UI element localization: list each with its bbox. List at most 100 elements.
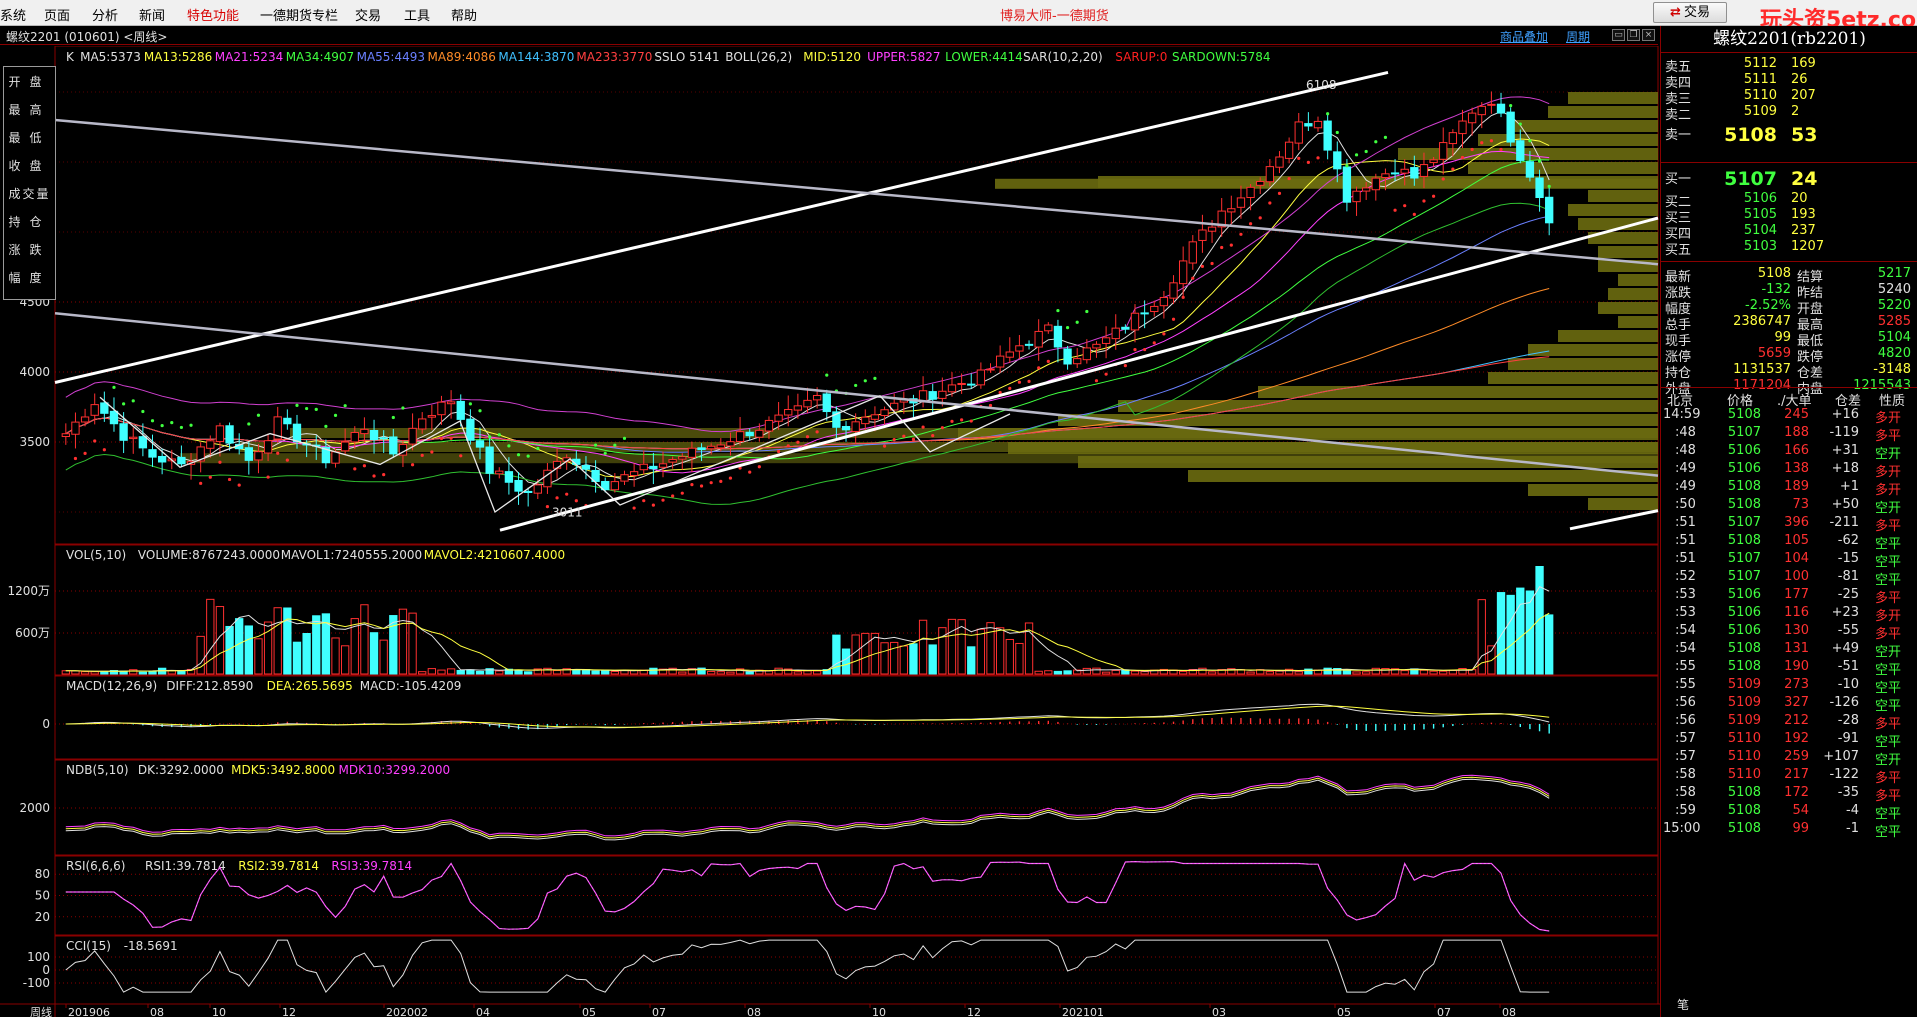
overlay-goods-link[interactable]: 商品叠加 [1500,28,1548,45]
volume-bar [1275,670,1284,675]
x-tick-label: 10 [212,1006,226,1017]
chart-canvas[interactable]: 45004000350061083011K MA5:5373 MA13:5286 MA… [0,46,1660,1017]
sar-dot [1248,222,1253,226]
trade-button[interactable]: ⇄ 交易 [1653,2,1727,23]
candle-body [697,447,706,451]
sar-dot [1489,139,1493,143]
menu-news[interactable]: 新闻 [139,5,165,24]
volume-bar [475,670,485,675]
sar-dot [112,385,116,389]
price-tick-label: 3500 [19,435,50,449]
tick-volume: 100 [1784,569,1809,584]
tick-volume: 172 [1784,785,1809,800]
sar-dot [1345,164,1349,168]
tick-volume: 177 [1784,587,1809,602]
sar-dot [757,465,761,469]
candle-body [1467,112,1477,124]
menu-page[interactable]: 页面 [44,5,70,24]
main-legend-item: MA5:5373 [80,50,141,64]
bid-volume: 1207 [1791,239,1825,254]
tick-price: 5110 [1727,731,1761,746]
tick-time: :53 [1675,605,1696,620]
tick-time: :54 [1675,623,1696,638]
contract-title: 螺纹2201(rb2201) [1661,26,1917,53]
period-link[interactable]: 周期 [1566,28,1590,45]
rsi-legend-item: RSI3:39.7814 [331,859,412,873]
vol-legend-item: VOL(5,10) [66,548,126,562]
volume-profile-bar [1558,330,1658,342]
menu-help[interactable]: 帮助 [451,5,477,24]
tick-price: 5108 [1727,407,1761,422]
candle-body [1439,142,1448,160]
sar-dot [1470,147,1474,152]
volume-bar [466,669,475,675]
main-legend-item: UPPER:5827 [867,50,940,64]
tick-row: :53 5106 177 -25 多平 [1661,585,1917,606]
candle-body [822,393,831,413]
candle-body [976,369,986,386]
volume-bar [235,618,244,675]
main-legend-item: SAR(10,2,20) [1023,50,1103,64]
sar-dot [449,436,453,440]
sar-dot [189,423,193,427]
candle-body [1429,159,1438,164]
sar-dot [1268,201,1272,205]
sar-dot [1537,159,1542,163]
candle-body [427,415,437,418]
tick-row: :58 5110 217 -122 多平 [1661,765,1917,786]
volume-bar [1419,669,1429,675]
sar-dot [748,470,752,474]
sar-dot [1239,232,1243,236]
tick-row: :51 5107 396 -211 多平 [1661,513,1917,534]
candle-body [533,484,542,494]
sar-dot [1046,359,1050,364]
restore-icon[interactable]: ❐ [1627,29,1640,41]
sar-dot [873,376,877,380]
menu-tools[interactable]: 工具 [404,5,430,24]
stat-value: -132 [1761,282,1791,297]
menu-column[interactable]: 一德期货专栏 [260,5,338,24]
candle-body [784,408,793,416]
bid-volume: 20 [1791,191,1808,206]
main-legend-item: MA13:5286 [144,50,212,64]
bid-price: 5107 [1724,168,1777,190]
volume-profile-bar [1618,316,1658,328]
sar-dot [1316,156,1320,160]
stat-value: -2.52% [1745,298,1791,313]
volume-bar [312,615,321,675]
volume-bar [524,671,533,675]
volume-profile-bar [1598,302,1658,314]
ask-row: 卖一 5108 53 [1661,122,1917,146]
stat-value: 1131537 [1733,362,1791,377]
tick-time: :54 [1675,641,1696,656]
menu-trade[interactable]: 交易 [355,5,381,24]
sar-dot [516,453,521,457]
candle-body [1159,296,1169,307]
candle-body [755,429,764,438]
candle-body [880,409,889,417]
minimize-icon[interactable]: ▭ [1612,29,1625,41]
bid-row: 买五 5103 1207 [1661,237,1917,258]
volume-bar [552,670,562,675]
tick-volume: 212 [1784,713,1809,728]
sar-dot [1191,276,1195,280]
sar-dot [478,409,482,413]
menu-system[interactable]: 系统 [0,5,26,24]
tick-price: 5107 [1727,425,1761,440]
volume-profile-bar [1528,484,1658,496]
volume-bar [1448,669,1458,675]
menu-special[interactable]: 特色功能 [187,5,239,24]
bottom-label[interactable]: 笔 [1677,996,1689,1013]
candle-body [629,471,639,477]
volume-bar [100,670,109,675]
sar-dot [1133,348,1137,352]
candle-body [1419,164,1429,177]
menu-analysis[interactable]: 分析 [92,5,118,24]
sar-dot [1075,320,1079,324]
sar-dot [410,463,415,467]
sar-dot [565,492,569,496]
close-icon[interactable]: × [1642,29,1655,41]
volume-bar [244,625,253,675]
candle-body [1275,156,1284,168]
info-high: 最高 [8,103,51,117]
